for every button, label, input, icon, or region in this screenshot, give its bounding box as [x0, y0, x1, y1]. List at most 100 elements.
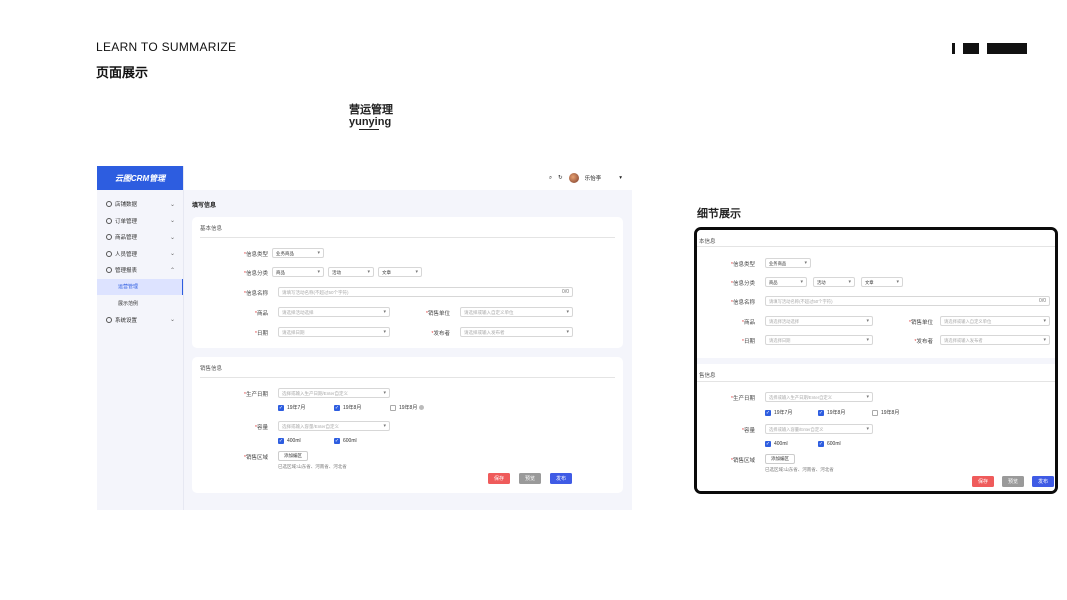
add-area-button[interactable]: 添加编区: [278, 451, 308, 461]
checkbox-vol-2[interactable]: ✓ 600ml: [334, 438, 357, 444]
name-input[interactable]: 请填写活动名称(不超过50个字符) 0/0: [765, 296, 1050, 306]
checkbox-prod-3[interactable]: 19年8月: [872, 409, 899, 416]
detail-zoom-panel: 本信息 *信息类型 业务商品 ▾ *信息分类 商品 ▾ 活动 ▾ 文章 ▾ *信息名称 …: [694, 227, 1058, 494]
chevron-down-icon: ⌄: [169, 218, 175, 225]
card-title: 售信息: [699, 373, 716, 379]
publisher-select[interactable]: 请选择或输入发布者 ▾: [460, 327, 573, 337]
checkbox-prod-1[interactable]: ✓ 19年7月: [278, 404, 305, 411]
card-title: 销售信息: [200, 366, 223, 372]
volume-label: *容量: [254, 425, 268, 431]
section-underline: [359, 129, 379, 130]
sidebar-item-store-data[interactable]: .店铺数据⌄: [97, 196, 183, 213]
store-icon: .: [106, 201, 112, 208]
add-area-button[interactable]: 添加编区: [765, 454, 795, 464]
preview-button[interactable]: 预览: [519, 473, 541, 484]
name-label: *信息名称: [243, 291, 268, 297]
checkbox-vol-1[interactable]: ✓ 400ml: [278, 438, 301, 444]
date-label: *日期: [254, 331, 268, 337]
basic-info-card: 基本信息 *信息类型 业务商品 ▾ *信息分类 商品 ▾ 活动 ▾ 文章 ▾ *信息名称…: [192, 217, 623, 348]
goods-select[interactable]: 请选择活动选择 ▾: [278, 307, 390, 317]
checkbox-prod-2[interactable]: ✓ 19年8月: [818, 409, 845, 416]
name-input[interactable]: 请填写活动名称(不超过50个字符) 0/0: [278, 287, 573, 297]
product-icon: .: [106, 234, 112, 241]
order-icon: .: [106, 217, 112, 224]
volume-select[interactable]: 选择或输入容量/Enter自定义 ▾: [278, 421, 390, 431]
date-label: *日期: [741, 339, 755, 345]
publish-button[interactable]: 发布: [550, 473, 572, 484]
card-title: 本信息: [699, 239, 716, 245]
chevron-down-icon: ⌄: [169, 251, 175, 258]
card-title: 基本信息: [200, 226, 223, 232]
name-label: *信息名称: [730, 300, 755, 306]
section-title-cn: 营运管理: [349, 104, 393, 116]
sidebar-item-staff[interactable]: .人员管理⌄: [97, 246, 183, 263]
save-button[interactable]: 保存: [488, 473, 510, 484]
volume-label: *容量: [741, 428, 755, 434]
user-name[interactable]: 乐怡李: [585, 174, 602, 182]
production-date-select[interactable]: 选择或输入生产日期/Enter自定义 ▾: [278, 388, 390, 398]
area-label: *销售区域: [243, 455, 268, 461]
date-select[interactable]: 请选择日期 ▾: [278, 327, 390, 337]
selected-area-hint: 已选区域:山东省、河南省、河北省: [765, 467, 834, 472]
app-screenshot: 云图CRM管理 .店铺数据⌄ .订单管理⌄ .商品管理⌄ .人员管理⌄ .管理报…: [97, 166, 632, 510]
checkbox-prod-1[interactable]: ✓ 19年7月: [765, 409, 792, 416]
unit-select[interactable]: 请选择或输入自定义单位 ▾: [940, 316, 1050, 326]
area-label: *销售区域: [730, 458, 755, 464]
category-select-2[interactable]: 活动 ▾: [328, 267, 374, 277]
info-icon[interactable]: [419, 405, 424, 410]
production-date-select[interactable]: 选择或输入生产日期/Enter自定义 ▾: [765, 392, 873, 402]
zoom-sales-card: 售信息 *生产日期 选择或输入生产日期/Enter自定义 ▾ ✓ 19年7月 ✓ 19…: [697, 364, 1055, 491]
preview-button[interactable]: 预览: [1002, 476, 1024, 487]
topbar: ⌕ ↻ 乐怡李 ▾: [184, 166, 632, 190]
chart-icon: .: [106, 267, 112, 274]
unit-label: *销售单位: [908, 320, 933, 326]
chevron-down-icon: ⌄: [169, 317, 175, 324]
category-select-3[interactable]: 文章 ▾: [861, 277, 903, 287]
user-icon: .: [106, 250, 112, 257]
avatar[interactable]: [568, 173, 579, 183]
sidebar-item-operations[interactable]: 运营管理: [97, 278, 183, 295]
app-logo: 云图CRM管理: [97, 166, 183, 190]
publish-button[interactable]: 发布: [1032, 476, 1054, 487]
search-icon[interactable]: ⌕: [549, 175, 552, 182]
sidebar-item-reports[interactable]: .管理报表⌃: [97, 262, 183, 279]
save-button[interactable]: 保存: [972, 476, 994, 487]
category-select-2[interactable]: 活动 ▾: [813, 277, 855, 287]
publisher-label: *发布者: [914, 339, 933, 345]
type-label: *信息类型: [730, 262, 755, 268]
zoom-basic-card: 本信息 *信息类型 业务商品 ▾ *信息分类 商品 ▾ 活动 ▾ 文章 ▾ *信息名称 …: [697, 230, 1055, 358]
publisher-select[interactable]: 请选择或输入发布者 ▾: [940, 335, 1050, 345]
type-select[interactable]: 业务商品 ▾: [272, 248, 324, 258]
page-title-en: LEARN TO SUMMARIZE: [96, 40, 237, 54]
goods-select[interactable]: 请选择活动选择 ▾: [765, 316, 873, 326]
sales-info-card: 销售信息 *生产日期 选择或输入生产日期/Enter自定义 ▾ ✓ 19年7月 ✓ 1…: [192, 357, 623, 493]
chevron-down-icon: ⌄: [169, 234, 175, 241]
sidebar-item-orders[interactable]: .订单管理⌄: [97, 213, 183, 230]
date-select[interactable]: 请选择日期 ▾: [765, 335, 873, 345]
detail-title: 细节展示: [697, 208, 741, 220]
goods-label: *商品: [741, 320, 755, 326]
volume-select[interactable]: 选择或输入容量/Enter自定义 ▾: [765, 424, 873, 434]
form-title: 填写信息: [192, 203, 217, 209]
checkbox-vol-1[interactable]: ✓ 400ml: [765, 441, 788, 447]
category-select-1[interactable]: 商品 ▾: [765, 277, 807, 287]
refresh-icon[interactable]: ↻: [558, 175, 563, 181]
checkbox-vol-2[interactable]: ✓ 600ml: [818, 441, 841, 447]
gear-icon: .: [106, 316, 112, 323]
caret-down-icon[interactable]: ▾: [619, 175, 622, 181]
sidebar-nav: .店铺数据⌄ .订单管理⌄ .商品管理⌄ .人员管理⌄ .管理报表⌃ 运营管理 …: [97, 196, 183, 328]
page-title-cn: 页面展示: [96, 65, 149, 80]
category-select-1[interactable]: 商品 ▾: [272, 267, 324, 277]
type-select[interactable]: 业务商品 ▾: [765, 258, 811, 268]
unit-select[interactable]: 请选择或输入自定义单位 ▾: [460, 307, 573, 317]
checkbox-prod-2[interactable]: ✓ 19年8月: [334, 404, 361, 411]
category-label: *信息分类: [243, 271, 268, 277]
unit-label: *销售单位: [425, 311, 450, 317]
sidebar-item-settings[interactable]: .系统设置⌄: [97, 312, 183, 329]
sidebar-item-products[interactable]: .商品管理⌄: [97, 229, 183, 246]
production-date-label: *生产日期: [730, 396, 755, 402]
goods-label: *商品: [254, 311, 268, 317]
category-select-3[interactable]: 文章 ▾: [378, 267, 422, 277]
sidebar-item-examples[interactable]: 展示范例: [97, 295, 183, 312]
checkbox-prod-3[interactable]: 19年8月: [390, 404, 417, 411]
